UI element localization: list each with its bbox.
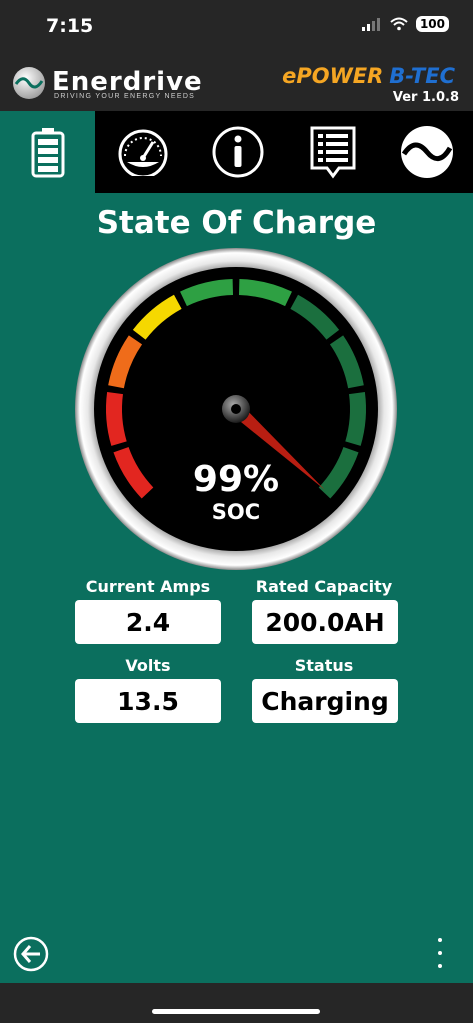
tab-info[interactable] [190,111,285,193]
wave-logo-icon [400,126,453,178]
status-bar: 7:15 100 [0,0,473,52]
battery-icon [31,128,64,178]
soc-gauge: 99% SOC [75,248,397,570]
volts-label: Volts [125,656,171,675]
status-icons: 100 [361,16,449,32]
status-label: Status [294,656,354,675]
list-icon [310,126,355,179]
tab-gauge[interactable] [95,111,190,193]
current-amps-label: Current Amps [85,577,211,596]
gauge-icon [118,129,167,176]
enerdrive-logo [12,66,46,100]
wifi-icon [390,17,408,31]
back-button[interactable] [13,936,49,977]
status-time: 7:15 [46,15,94,37]
product-epower: ePOWER [282,64,384,88]
tab-battery[interactable] [0,111,95,193]
version-label: Ver 1.0.8 [392,90,459,105]
battery-level: 100 [415,16,449,32]
current-amps-value: 2.4 [75,600,221,644]
more-dot [438,964,442,968]
brand-tagline: DRIVING YOUR ENERGY NEEDS [54,93,196,100]
volts-value: 13.5 [75,679,221,723]
tab-bar [0,111,473,193]
rated-capacity-value: 200.0AH [252,600,398,644]
product-btec: B-TEC [389,64,455,88]
gauge-label: SOC [212,500,260,524]
bottom-bar [0,983,473,1023]
home-indicator[interactable] [152,1009,320,1014]
tab-enerdrive[interactable] [380,111,473,193]
product-name: ePOWER B-TEC [282,64,455,88]
info-icon [212,126,263,178]
app-header: Enerdrive DRIVING YOUR ENERGY NEEDS ePOW… [0,52,473,111]
rated-capacity-label: Rated Capacity [255,577,393,596]
signal-icon [361,18,380,31]
gauge-value: 99% [193,459,279,500]
gauge-hub-center [231,404,241,414]
back-arrow-icon [13,936,49,972]
status-value: Charging [252,679,398,723]
page-title: State Of Charge [96,205,377,241]
more-menu-button[interactable] [432,936,448,970]
more-dot [438,938,442,942]
wave-logo-icon [13,67,45,99]
tab-list[interactable] [285,111,380,193]
more-dot [438,951,442,955]
